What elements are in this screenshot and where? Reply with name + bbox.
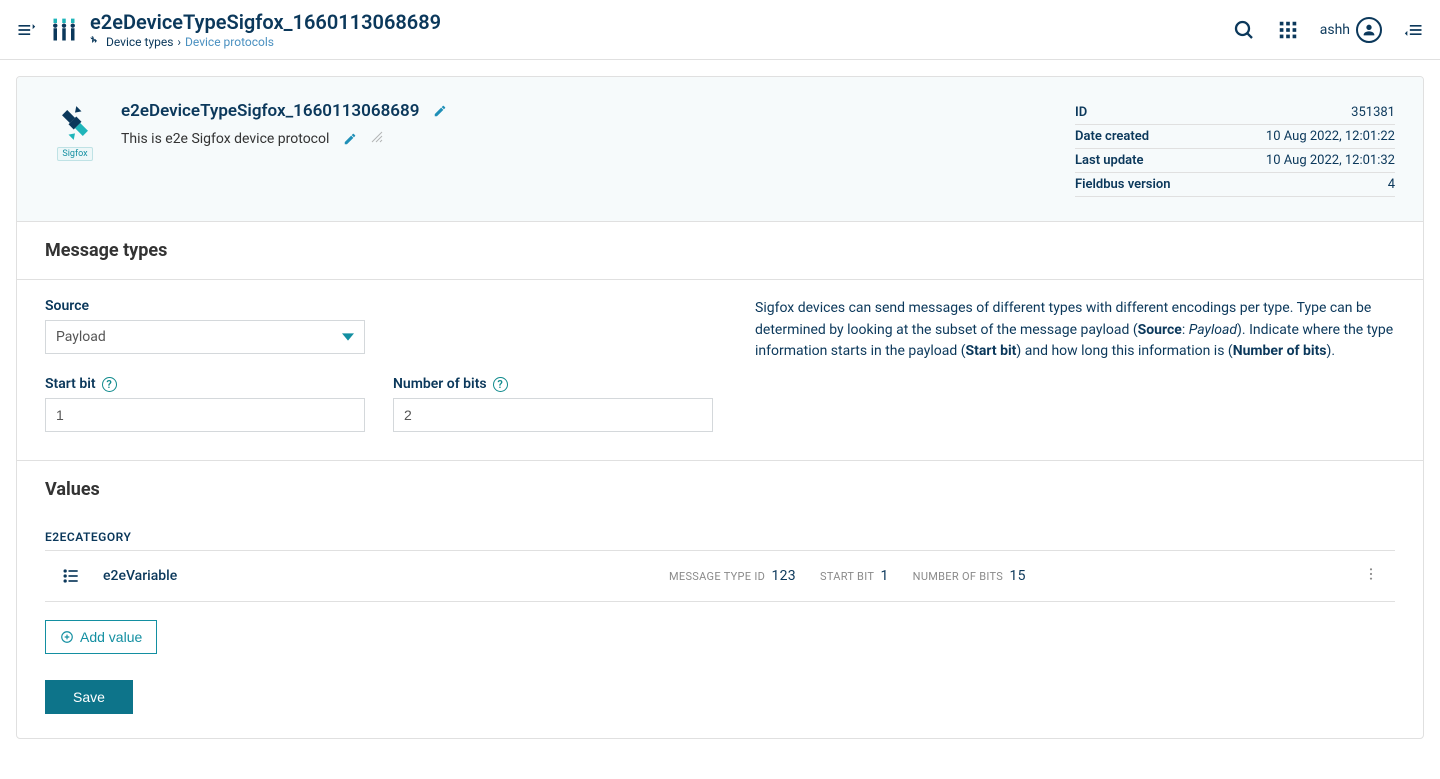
source-label: Source <box>45 298 365 314</box>
breadcrumb-icon <box>90 36 102 48</box>
value-name: e2eVariable <box>103 568 503 584</box>
values-category: E2ECATEGORY <box>45 530 1395 544</box>
message-types-help-text: Sigfox devices can send messages of diff… <box>755 298 1395 432</box>
user-menu[interactable]: ashh <box>1314 17 1388 43</box>
user-name: ashh <box>1320 22 1350 38</box>
breadcrumb: Device types › Device protocols <box>90 35 441 49</box>
apps-grid-icon[interactable] <box>1270 12 1306 48</box>
resize-handle-icon[interactable] <box>371 131 383 147</box>
device-description: This is e2e Sigfox device protocol <box>121 131 329 147</box>
source-select[interactable]: Payload <box>45 320 365 354</box>
numbits-label: Number of bits ? <box>393 376 713 392</box>
chevron-down-icon <box>342 329 354 345</box>
startbit-label: Start bit ? <box>45 376 365 392</box>
help-icon[interactable]: ? <box>493 377 508 392</box>
app-brand-icon <box>48 14 80 46</box>
save-button[interactable]: Save <box>45 680 133 714</box>
page-title: e2eDeviceTypeSigfox_1660113068689 <box>90 11 441 33</box>
user-avatar-icon <box>1356 17 1382 43</box>
value-row[interactable]: e2eVariable MESSAGE TYPE ID 123 START BI… <box>45 550 1395 602</box>
breadcrumb-root[interactable]: Device types <box>106 35 173 49</box>
section-title-message-types: Message types <box>17 222 1423 279</box>
edit-title-button[interactable] <box>433 104 447 118</box>
add-value-button[interactable]: Add value <box>45 620 157 654</box>
numbits-input[interactable] <box>393 398 713 432</box>
list-icon <box>61 566 81 586</box>
value-stats: MESSAGE TYPE ID 123 START BIT 1 NUMBER O… <box>669 568 1026 584</box>
sigfox-badge: Sigfox <box>57 147 92 161</box>
device-title: e2eDeviceTypeSigfox_1660113068689 <box>121 101 419 121</box>
row-menu-icon[interactable] <box>1353 560 1389 592</box>
breadcrumb-current: Device protocols <box>185 35 274 49</box>
source-selected-value: Payload <box>56 329 106 345</box>
device-protocol-icon <box>53 101 97 145</box>
nav-expand-icon[interactable] <box>8 12 44 48</box>
nav-collapse-icon[interactable] <box>1396 12 1432 48</box>
startbit-input[interactable] <box>45 398 365 432</box>
help-icon[interactable]: ? <box>102 377 117 392</box>
device-meta: ID351381 Date created10 Aug 2022, 12:01:… <box>1075 101 1395 197</box>
search-icon[interactable] <box>1226 12 1262 48</box>
section-title-values: Values <box>17 461 1423 518</box>
plus-circle-icon <box>60 630 74 644</box>
edit-description-button[interactable] <box>343 132 357 146</box>
